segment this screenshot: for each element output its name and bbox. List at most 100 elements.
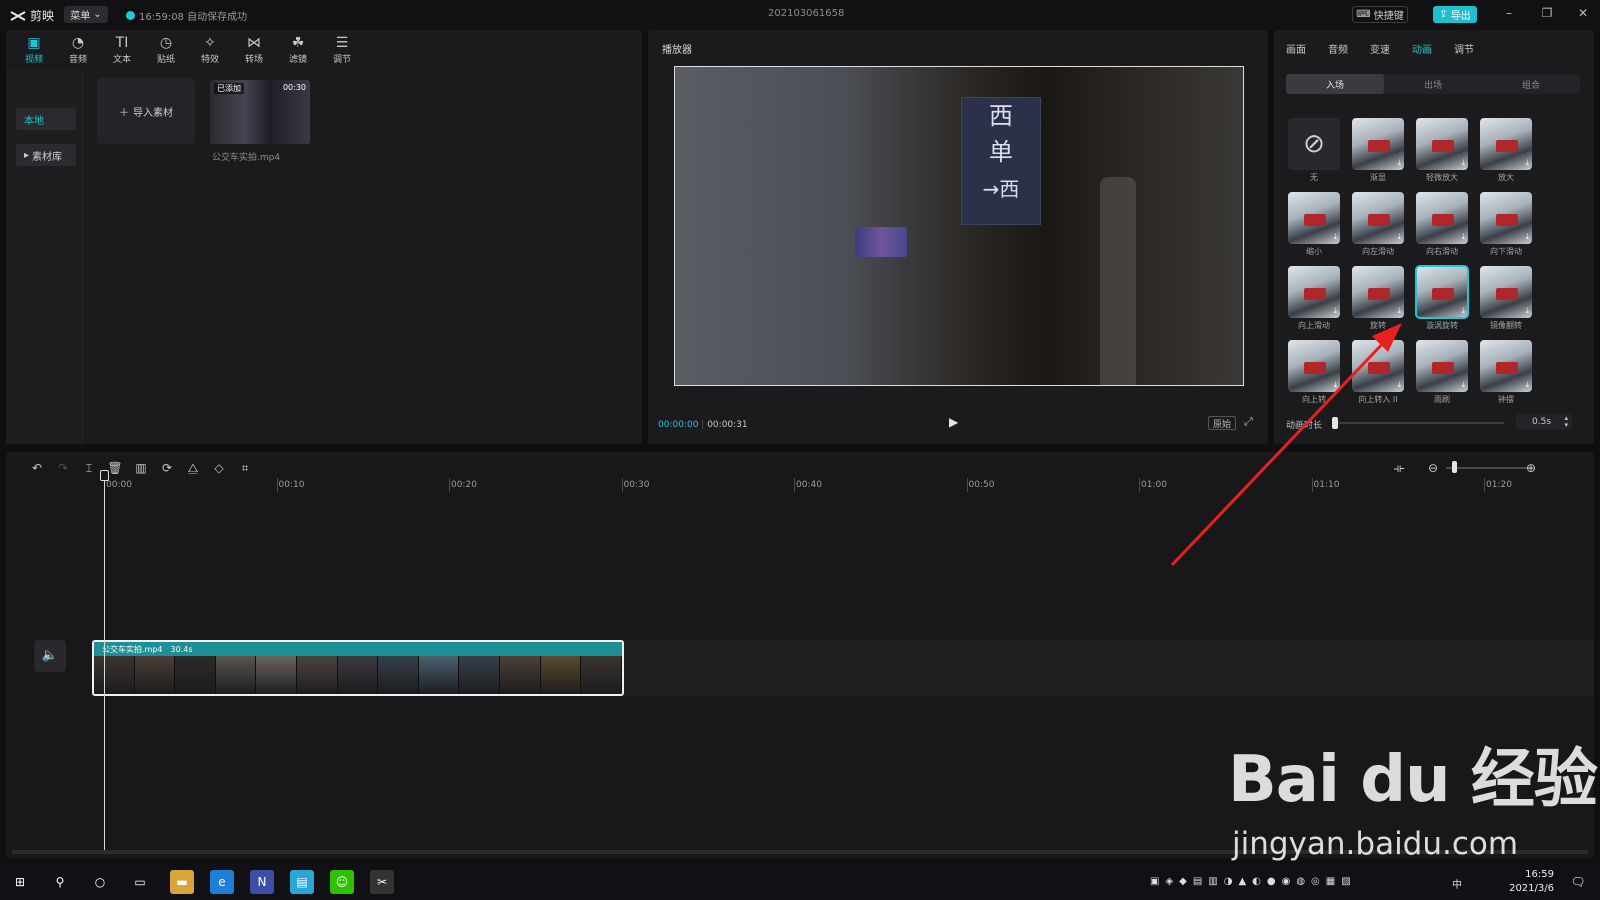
download-icon[interactable]: ⤓	[1461, 158, 1465, 168]
minimize-button[interactable]: –	[1500, 6, 1518, 24]
subtab-out[interactable]: 出场	[1384, 74, 1482, 94]
download-icon[interactable]: ⤓	[1461, 380, 1465, 390]
shortcut-button[interactable]: ⌨ 快捷键	[1352, 6, 1408, 23]
tab-picture[interactable]: 画面	[1286, 41, 1306, 56]
animation-tile[interactable]: ⤓	[1288, 266, 1340, 318]
tool-video[interactable]: ▣ 视频	[14, 34, 54, 66]
animation-tile[interactable]: ⤓	[1288, 192, 1340, 244]
video-preview[interactable]: 西单 →西	[674, 66, 1244, 386]
tab-adjust[interactable]: 调节	[1454, 41, 1474, 56]
tool-sticker[interactable]: ◷ 贴纸	[146, 34, 186, 66]
animation-tile[interactable]: ⤓	[1480, 192, 1532, 244]
wechat-icon[interactable]: ☺	[330, 870, 354, 894]
duration-slider-track[interactable]	[1332, 422, 1504, 424]
close-button[interactable]: ✕	[1574, 6, 1592, 24]
tool-effects[interactable]: ✧ 特效	[190, 34, 230, 66]
freeze-icon[interactable]: ▥	[132, 459, 150, 477]
tab-animation[interactable]: 动画	[1412, 41, 1432, 56]
split-icon[interactable]: ⌶	[80, 459, 98, 477]
playhead-handle[interactable]	[100, 470, 109, 481]
mirror-icon[interactable]: ⧋	[184, 459, 202, 477]
animation-tile[interactable]: ⤓	[1352, 340, 1404, 392]
notification-icon[interactable]: 🗨	[1566, 870, 1590, 894]
download-icon[interactable]: ⤓	[1397, 158, 1401, 168]
added-tag: 已添加	[214, 83, 244, 94]
snap-icon[interactable]: ⟛	[1390, 459, 1408, 477]
system-tray-icons[interactable]: ▣◈◆▤▥◑▲◐●◉◍◎▦▧	[1150, 876, 1357, 887]
animation-tile[interactable]: ⤓	[1352, 266, 1404, 318]
timeline-clip[interactable]: 公交车实拍.mp4 30.4s	[92, 640, 624, 696]
tab-audio[interactable]: 音频	[1328, 41, 1348, 56]
ime-indicator[interactable]: 中	[1452, 876, 1462, 891]
animation-tile[interactable]: ⤓	[1416, 192, 1468, 244]
animation-tile[interactable]: ⤓	[1352, 192, 1404, 244]
download-icon[interactable]: ⤓	[1525, 380, 1529, 390]
download-icon[interactable]: ⤓	[1333, 232, 1337, 242]
download-icon[interactable]: ⤓	[1461, 306, 1465, 316]
app-icon[interactable]: N	[250, 870, 274, 894]
rotate-icon[interactable]: ◇	[210, 459, 228, 477]
download-icon[interactable]: ⤓	[1397, 380, 1401, 390]
cortana-icon[interactable]: ○	[88, 870, 112, 894]
track-mute-button[interactable]: 🔈	[34, 640, 66, 672]
animation-tile[interactable]: ⤓	[1352, 118, 1404, 170]
reverse-icon[interactable]: ⟳	[158, 459, 176, 477]
zoom-slider-track[interactable]	[1446, 467, 1532, 469]
stepper-arrows-icon[interactable]: ▴ ▾	[1564, 415, 1568, 429]
subtab-combo[interactable]: 组合	[1482, 74, 1580, 94]
redo-icon[interactable]: ↷	[54, 459, 72, 477]
edge-browser-icon[interactable]: e	[210, 870, 234, 894]
zoom-in-icon[interactable]: ⊕	[1522, 459, 1540, 477]
tab-speed[interactable]: 变速	[1370, 41, 1390, 56]
restore-button[interactable]: ❐	[1538, 6, 1556, 24]
download-icon[interactable]: ⤓	[1525, 158, 1529, 168]
animation-tile[interactable]: ⤓	[1288, 340, 1340, 392]
menu-button[interactable]: 菜单 ⌄	[64, 6, 108, 23]
task-view-icon[interactable]: ▭	[128, 870, 152, 894]
taskbar-clock[interactable]: 16:59 2021/3/6	[1496, 868, 1554, 896]
file-explorer-icon[interactable]: ▬	[170, 870, 194, 894]
download-icon[interactable]: ⤓	[1333, 306, 1337, 316]
animation-tile[interactable]: ⤓	[1480, 266, 1532, 318]
clip-header: 公交车实拍.mp4 30.4s	[94, 642, 622, 656]
zoom-slider-handle[interactable]	[1452, 461, 1457, 473]
tool-transition[interactable]: ⋈ 转场	[234, 34, 274, 66]
download-icon[interactable]: ⤓	[1333, 380, 1337, 390]
tool-filter[interactable]: ☘ 滤镜	[278, 34, 318, 66]
app-icon-2[interactable]: ▤	[290, 870, 314, 894]
capcut-taskbar-icon[interactable]: ✂	[370, 870, 394, 894]
tool-adjust[interactable]: ☰ 调节	[322, 34, 362, 66]
sidebar-item-library[interactable]: ▸ 素材库	[16, 144, 76, 166]
play-button[interactable]: ▶	[949, 415, 958, 429]
animation-tile[interactable]: ⤓	[1480, 340, 1532, 392]
duration-slider-handle[interactable]	[1332, 417, 1338, 429]
autosave-status: 16:59:08 自动保存成功	[126, 8, 247, 23]
timeline-ruler[interactable]: 00:00 00:10 00:20 00:30 00:40 00:50 01:00 01:10…	[102, 476, 1592, 496]
crop-icon[interactable]: ⌗	[236, 459, 254, 477]
sidebar-item-local[interactable]: 本地	[16, 108, 76, 130]
import-media-button[interactable]: ＋ 导入素材	[97, 78, 195, 144]
windows-start-icon[interactable]: ⊞	[8, 870, 32, 894]
animation-tile[interactable]: ⤓	[1416, 340, 1468, 392]
download-icon[interactable]: ⤓	[1461, 232, 1465, 242]
zoom-out-icon[interactable]: ⊖	[1424, 459, 1442, 477]
animation-tile[interactable]: ⤓	[1415, 265, 1469, 319]
tool-audio[interactable]: ◔ 音频	[58, 34, 98, 66]
tool-text[interactable]: TI 文本	[102, 34, 142, 66]
ratio-original-button[interactable]: 原始	[1208, 416, 1237, 430]
download-icon[interactable]: ⤓	[1397, 232, 1401, 242]
animation-tile[interactable]: ⤓	[1416, 118, 1468, 170]
duration-stepper[interactable]: 0.5s ▴ ▾	[1516, 414, 1572, 430]
undo-icon[interactable]: ↶	[28, 459, 46, 477]
download-icon[interactable]: ⤓	[1397, 306, 1401, 316]
download-icon[interactable]: ⤓	[1525, 232, 1529, 242]
download-icon[interactable]: ⤓	[1525, 306, 1529, 316]
search-icon[interactable]: ⚲	[48, 870, 72, 894]
subtab-in[interactable]: 入场	[1286, 74, 1384, 94]
export-button[interactable]: ⇪ 导出	[1433, 6, 1477, 23]
animation-tile[interactable]: ⤓	[1480, 118, 1532, 170]
media-thumbnail[interactable]: 已添加 00:30	[210, 80, 310, 144]
animation-tile[interactable]: ⊘	[1288, 118, 1340, 170]
playhead-line[interactable]	[104, 472, 105, 850]
fullscreen-icon[interactable]: ⤢	[1244, 415, 1253, 429]
